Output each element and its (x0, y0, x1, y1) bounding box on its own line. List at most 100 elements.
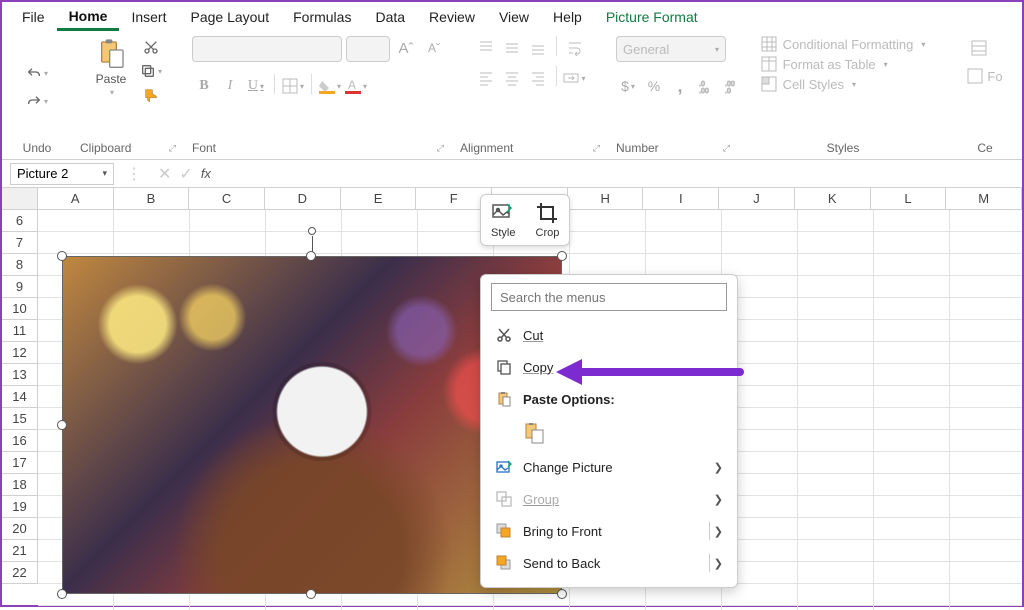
decrease-font-icon[interactable]: Aˇ (422, 36, 446, 60)
percent-button[interactable]: % (642, 74, 666, 98)
align-middle-button[interactable] (500, 36, 524, 60)
row-header[interactable]: 11 (2, 320, 38, 342)
context-change-picture[interactable]: Change Picture ❯ (481, 451, 737, 483)
menu-insert[interactable]: Insert (119, 5, 178, 29)
insert-cells-button[interactable] (967, 36, 991, 60)
underline-button[interactable]: U▾ (244, 74, 268, 98)
conditional-formatting-button[interactable]: Conditional Formatting▾ (761, 36, 926, 52)
font-size-combo[interactable] (346, 36, 390, 62)
row-header[interactable]: 6 (2, 210, 38, 232)
context-bring-to-front[interactable]: Bring to Front ❯ (481, 515, 737, 547)
merge-center-button[interactable]: ▾ (563, 66, 587, 90)
redo-button[interactable]: ▾ (23, 91, 51, 113)
row-header[interactable]: 12 (2, 342, 38, 364)
borders-button[interactable]: ▾ (281, 74, 305, 98)
row-header[interactable]: 13 (2, 364, 38, 386)
fill-color-button[interactable]: ▾ (318, 74, 342, 98)
clipboard-dialog-launcher[interactable]: ⤢ (169, 143, 176, 154)
row-header[interactable]: 22 (2, 562, 38, 584)
increase-decimal-button[interactable]: .0.00 (694, 74, 718, 98)
col-header[interactable]: K (795, 188, 871, 209)
col-header[interactable]: E (341, 188, 417, 209)
cell-styles-button[interactable]: Cell Styles▾ (761, 76, 856, 92)
cut-button[interactable] (137, 36, 165, 58)
resize-handle-ml[interactable] (57, 420, 67, 430)
row-header[interactable]: 7 (2, 232, 38, 254)
copy-button[interactable]: ▾ (137, 60, 165, 82)
row-header[interactable]: 19 (2, 496, 38, 518)
undo-button[interactable]: ▾ (23, 63, 51, 85)
menu-page-layout[interactable]: Page Layout (178, 5, 281, 29)
cancel-formula-icon[interactable]: ✕ (158, 164, 171, 184)
menu-formulas[interactable]: Formulas (281, 5, 363, 29)
align-bottom-button[interactable] (526, 36, 550, 60)
comma-style-button[interactable]: , (668, 74, 692, 98)
paste-button[interactable]: Paste▾ (91, 36, 131, 99)
menu-review[interactable]: Review (417, 5, 487, 29)
annotation-arrow (556, 361, 744, 383)
resize-handle-tr[interactable] (557, 251, 567, 261)
menu-data[interactable]: Data (363, 5, 417, 29)
enter-formula-icon[interactable]: ✓ (179, 164, 192, 184)
fx-icon[interactable]: fx (201, 166, 211, 181)
accounting-format-button[interactable]: $▾ (616, 74, 640, 98)
context-search-input[interactable] (491, 283, 727, 311)
rotate-handle[interactable] (308, 227, 316, 235)
italic-button[interactable]: I (218, 74, 242, 98)
resize-handle-br[interactable] (557, 589, 567, 599)
align-right-button[interactable] (526, 66, 550, 90)
increase-font-icon[interactable]: Aˆ (394, 36, 418, 60)
bold-button[interactable]: B (192, 74, 216, 98)
row-header[interactable]: 17 (2, 452, 38, 474)
row-header[interactable]: 18 (2, 474, 38, 496)
context-cut[interactable]: Cut (481, 319, 737, 351)
col-header[interactable]: J (719, 188, 795, 209)
resize-handle-bl[interactable] (57, 589, 67, 599)
menu-home[interactable]: Home (57, 4, 120, 31)
row-header[interactable]: 10 (2, 298, 38, 320)
font-name-combo[interactable] (192, 36, 342, 62)
picture-style-button[interactable]: Style (485, 199, 521, 241)
number-dialog-launcher[interactable]: ⤢ (723, 143, 730, 154)
select-all-corner[interactable] (2, 188, 38, 209)
col-header[interactable]: H (568, 188, 644, 209)
col-header[interactable]: A (38, 188, 114, 209)
alignment-dialog-launcher[interactable]: ⤢ (593, 143, 600, 154)
row-header[interactable]: 20 (2, 518, 38, 540)
menu-view[interactable]: View (487, 5, 541, 29)
menu-picture-format[interactable]: Picture Format (594, 5, 710, 29)
context-send-to-back[interactable]: Send to Back ❯ (481, 547, 737, 579)
format-cells-button[interactable]: Fo (967, 68, 1002, 84)
col-header[interactable]: L (871, 188, 947, 209)
format-as-table-button[interactable]: Format as Table▾ (761, 56, 888, 72)
row-header[interactable]: 8 (2, 254, 38, 276)
menu-help[interactable]: Help (541, 5, 594, 29)
row-header[interactable]: 15 (2, 408, 38, 430)
context-paste-option-default[interactable] (481, 415, 737, 451)
chevron-right-icon: ❯ (714, 557, 723, 570)
resize-handle-bm[interactable] (306, 589, 316, 599)
col-header[interactable]: B (114, 188, 190, 209)
row-header[interactable]: 9 (2, 276, 38, 298)
col-header[interactable]: I (643, 188, 719, 209)
align-top-button[interactable] (474, 36, 498, 60)
name-box[interactable]: Picture 2▾ (10, 163, 114, 185)
col-header[interactable]: D (265, 188, 341, 209)
col-header[interactable]: C (189, 188, 265, 209)
font-dialog-launcher[interactable]: ⤢ (437, 143, 444, 154)
number-format-combo[interactable]: General▾ (616, 36, 726, 62)
row-header[interactable]: 16 (2, 430, 38, 452)
row-header[interactable]: 14 (2, 386, 38, 408)
col-header[interactable]: M (946, 188, 1022, 209)
menu-file[interactable]: File (10, 5, 57, 29)
wrap-text-button[interactable] (563, 36, 587, 60)
row-header[interactable]: 21 (2, 540, 38, 562)
format-painter-button[interactable] (137, 84, 165, 106)
font-color-button[interactable]: A▾ (344, 74, 368, 98)
align-left-button[interactable] (474, 66, 498, 90)
formula-input[interactable] (219, 163, 1022, 185)
resize-handle-tm[interactable] (306, 251, 316, 261)
crop-button[interactable]: Crop (529, 199, 565, 241)
align-center-button[interactable] (500, 66, 524, 90)
resize-handle-tl[interactable] (57, 251, 67, 261)
